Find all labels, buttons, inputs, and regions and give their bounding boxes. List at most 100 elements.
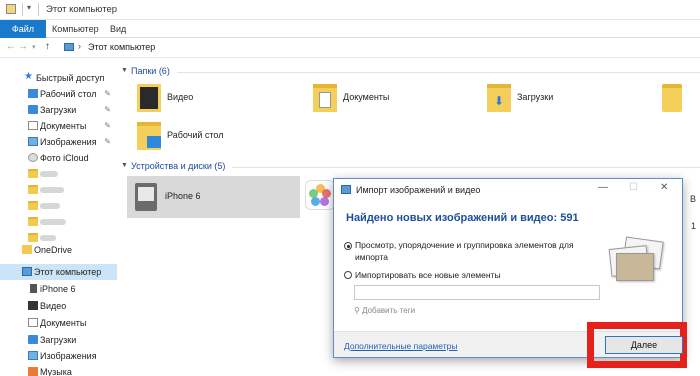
next-button[interactable]: Далее [605, 336, 683, 354]
nav-label: Этот компьютер [34, 267, 102, 277]
back-arrow-icon[interactable]: ← [6, 41, 16, 52]
option-review-label[interactable]: Просмотр, упорядочение и группировка эле… [355, 239, 585, 263]
truncated-device-info: 1 [690, 221, 696, 231]
tags-input[interactable] [354, 285, 600, 300]
downloads-folder-icon [487, 84, 511, 112]
recent-locations-icon[interactable]: ▾ [32, 43, 36, 51]
nav-documents-pc[interactable]: Документы [0, 315, 117, 331]
nav-label: Документы [40, 318, 87, 328]
add-tags-link[interactable]: ⚲ Добавить теги [354, 306, 415, 315]
computer-icon [64, 43, 74, 51]
dialog-title-bar: Импорт изображений и видео — ☐ ✕ [334, 179, 682, 201]
folder-label: Документы [343, 92, 390, 102]
nav-documents[interactable]: Документы ✎ [0, 118, 117, 134]
iphone-device-icon [135, 183, 157, 211]
folder-tile-pictures[interactable] [662, 80, 698, 120]
pictures-icon [28, 351, 38, 360]
breadcrumb-chevron-icon[interactable]: › [78, 41, 81, 51]
option-import-all-label[interactable]: Импортировать все новые элементы [355, 269, 585, 281]
collapse-icon[interactable]: ▼ [121, 67, 128, 74]
navigation-pane: ★ Быстрый доступ Рабочий стол ✎ Загрузки… [0, 58, 117, 376]
pin-icon[interactable]: ✎ [104, 86, 111, 102]
radio-review-organize[interactable] [344, 242, 352, 250]
nav-onedrive[interactable]: OneDrive [0, 242, 117, 258]
tab-file[interactable]: Файл [0, 20, 46, 38]
up-arrow-icon[interactable]: ↑ [45, 41, 50, 52]
photos-app-icon[interactable] [305, 180, 335, 210]
dialog-title: Импорт изображений и видео [356, 185, 481, 195]
separator [22, 3, 23, 16]
maximize-icon[interactable]: ☐ [629, 182, 638, 193]
folder-tile-desktop[interactable]: Рабочий стол [137, 118, 287, 158]
nav-downloads[interactable]: Загрузки ✎ [0, 102, 117, 118]
pin-icon[interactable]: ✎ [104, 118, 111, 134]
photos-illustration-icon [606, 236, 666, 285]
folder-label: Рабочий стол [167, 130, 224, 140]
nav-quick-access[interactable]: ★ Быстрый доступ [0, 70, 117, 86]
dialog-heading: Найдено новых изображений и видео: 591 [346, 212, 579, 224]
add-tags-label: Добавить теги [362, 306, 416, 315]
tab-computer[interactable]: Компьютер [52, 20, 99, 38]
pin-icon[interactable]: ✎ [104, 134, 111, 150]
pin-icon[interactable]: ✎ [104, 102, 111, 118]
desktop-folder-icon [137, 122, 161, 150]
radio-import-all[interactable] [344, 271, 352, 279]
more-options-link[interactable]: Дополнительные параметры [344, 341, 457, 351]
window-title: Этот компьютер [46, 4, 118, 15]
nav-desktop[interactable]: Рабочий стол ✎ [0, 86, 117, 102]
group-title: Устройства и диски (5) [131, 161, 226, 171]
nav-downloads-pc[interactable]: Загрузки [0, 332, 117, 348]
folder-icon [28, 169, 38, 178]
nav-this-pc[interactable]: Этот компьютер [0, 264, 117, 280]
nav-label: Рабочий стол [40, 89, 97, 99]
divider [232, 167, 700, 168]
redacted-label [40, 235, 56, 241]
phone-icon [30, 284, 37, 293]
nav-pictures-pc[interactable]: Изображения [0, 348, 117, 364]
folder-tile-documents[interactable]: Документы [313, 80, 463, 120]
nav-blurred-folder[interactable] [0, 166, 117, 182]
minimize-icon[interactable]: — [598, 182, 608, 193]
icloud-icon [28, 153, 38, 162]
breadcrumb[interactable]: Этот компьютер [88, 42, 155, 52]
pictures-folder-icon [662, 84, 682, 112]
group-header-devices[interactable]: ▼ Устройства и диски (5) [117, 160, 700, 174]
close-icon[interactable]: ✕ [660, 182, 668, 193]
folder-icon [28, 233, 38, 242]
document-icon [28, 121, 38, 130]
nav-label: Загрузки [40, 335, 77, 345]
nav-label: Изображения [40, 351, 97, 361]
group-header-folders[interactable]: ▼ Папки (6) [117, 65, 700, 79]
separator [38, 3, 39, 16]
nav-label: OneDrive [34, 245, 73, 255]
pictures-icon [28, 137, 38, 146]
divider [177, 72, 700, 73]
customize-toolbar-icon[interactable]: ▾ [27, 3, 31, 12]
quick-access-folder-icon[interactable] [6, 4, 16, 14]
desktop-icon [28, 89, 38, 98]
nav-blurred-folder[interactable] [0, 214, 117, 230]
nav-iphone[interactable]: iPhone 6 [0, 281, 117, 297]
download-icon [28, 105, 38, 114]
nav-blurred-folder[interactable] [0, 182, 117, 198]
nav-label: Документы [40, 121, 87, 131]
device-tile-iphone[interactable]: iPhone 6 [127, 176, 300, 218]
title-bar: ▾ Этот компьютер [0, 0, 700, 20]
documents-folder-icon [313, 84, 337, 112]
download-icon [28, 335, 38, 344]
nav-label: Изображения [40, 137, 97, 147]
nav-music[interactable]: Музыка [0, 364, 117, 376]
forward-arrow-icon[interactable]: → [18, 41, 28, 52]
nav-pictures[interactable]: Изображения ✎ [0, 134, 117, 150]
tab-view[interactable]: Вид [110, 20, 126, 38]
folder-label: Видео [167, 92, 194, 102]
folder-tile-downloads[interactable]: Загрузки [487, 80, 637, 120]
nav-icloud-photos[interactable]: Фото iCloud [0, 150, 117, 166]
nav-videos[interactable]: Видео [0, 298, 117, 314]
nav-label: iPhone 6 [40, 284, 76, 294]
collapse-icon[interactable]: ▼ [121, 162, 128, 169]
folder-tile-videos[interactable]: Видео [137, 80, 287, 120]
nav-label: Видео [40, 301, 67, 311]
group-title: Папки (6) [131, 66, 170, 76]
nav-blurred-folder[interactable] [0, 198, 117, 214]
